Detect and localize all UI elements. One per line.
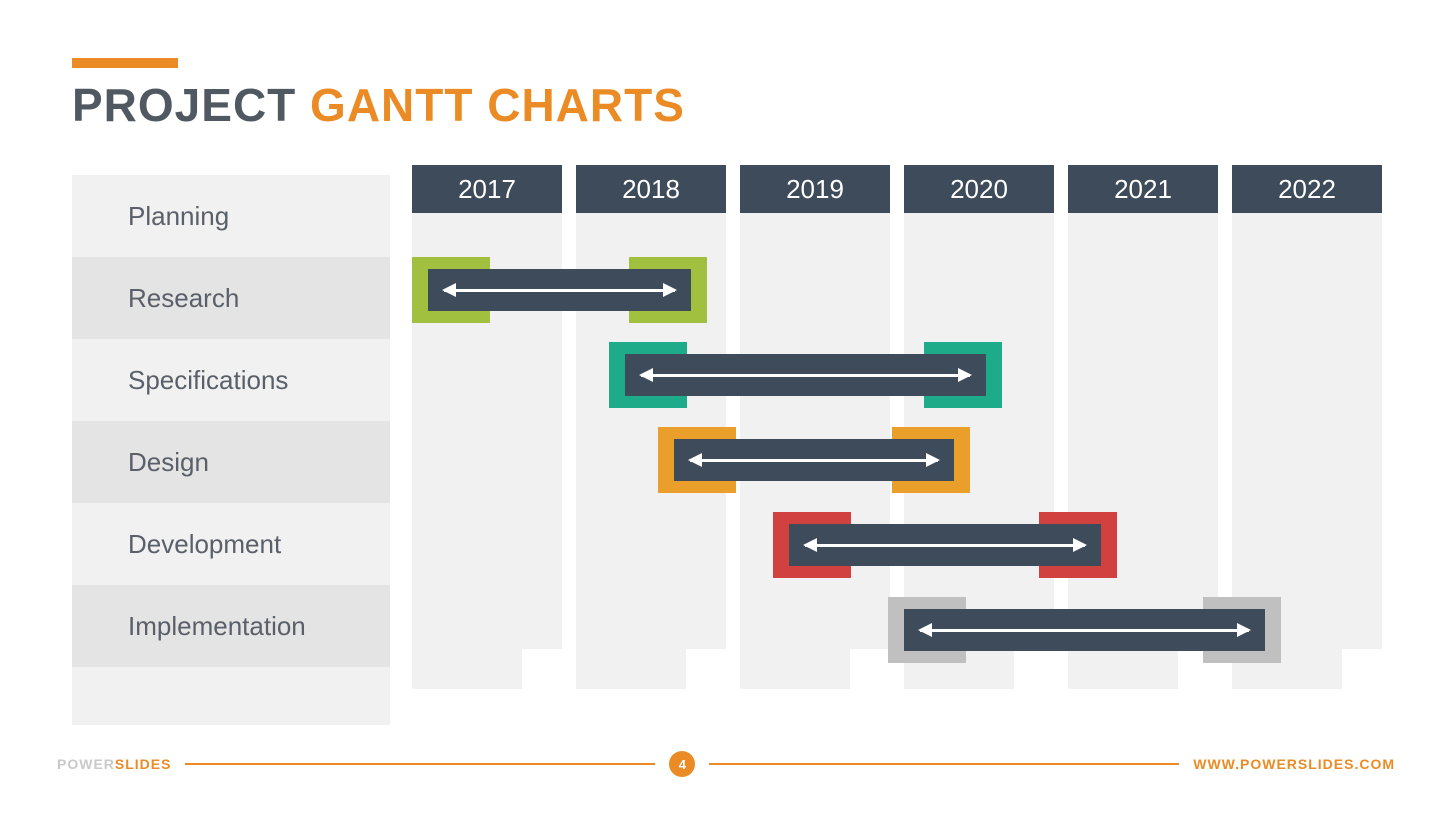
double-arrow-icon xyxy=(805,544,1085,547)
gantt-bar-research xyxy=(412,257,707,323)
page-title: PROJECT GANTT CHARTS xyxy=(72,78,685,132)
task-row-specifications: Specifications xyxy=(72,339,390,421)
brand-part-2: SLIDES xyxy=(115,756,172,772)
bar-body xyxy=(428,269,691,311)
bar-body xyxy=(789,524,1101,566)
year-header: 2019 xyxy=(740,165,890,213)
title-part-1: PROJECT xyxy=(72,79,310,131)
footer: POWERSLIDES 4 WWW.POWERSLIDES.COM xyxy=(57,752,1395,776)
double-arrow-icon xyxy=(444,289,675,292)
gantt-bar-implementation xyxy=(888,597,1282,663)
footer-brand: POWERSLIDES xyxy=(57,756,171,772)
gantt-bar-specifications xyxy=(609,342,1003,408)
gantt-bars xyxy=(412,213,1392,689)
double-arrow-icon xyxy=(641,374,971,377)
footer-line-right xyxy=(709,763,1179,765)
footer-line-left xyxy=(185,763,655,765)
brand-part-1: POWER xyxy=(57,756,115,772)
title-part-2: GANTT CHARTS xyxy=(310,79,685,131)
bar-body xyxy=(625,354,987,396)
task-row-planning: Planning xyxy=(72,175,390,257)
task-row-development: Development xyxy=(72,503,390,585)
gantt-bar-development xyxy=(773,512,1117,578)
gantt-chart: Planning Research Specifications Design … xyxy=(72,165,1384,725)
task-column: Planning Research Specifications Design … xyxy=(72,175,390,725)
gantt-bar-design xyxy=(658,427,970,493)
page-number: 4 xyxy=(669,751,695,777)
year-header: 2021 xyxy=(1068,165,1218,213)
year-header: 2020 xyxy=(904,165,1054,213)
task-row-research: Research xyxy=(72,257,390,339)
bar-body xyxy=(674,439,954,481)
year-header: 2018 xyxy=(576,165,726,213)
bar-body xyxy=(904,609,1266,651)
title-accent-bar xyxy=(72,58,178,68)
task-row-design: Design xyxy=(72,421,390,503)
double-arrow-icon xyxy=(920,629,1250,632)
year-header: 2017 xyxy=(412,165,562,213)
year-header: 2022 xyxy=(1232,165,1382,213)
footer-url: WWW.POWERSLIDES.COM xyxy=(1193,756,1395,772)
task-row-implementation: Implementation xyxy=(72,585,390,667)
double-arrow-icon xyxy=(690,459,938,462)
